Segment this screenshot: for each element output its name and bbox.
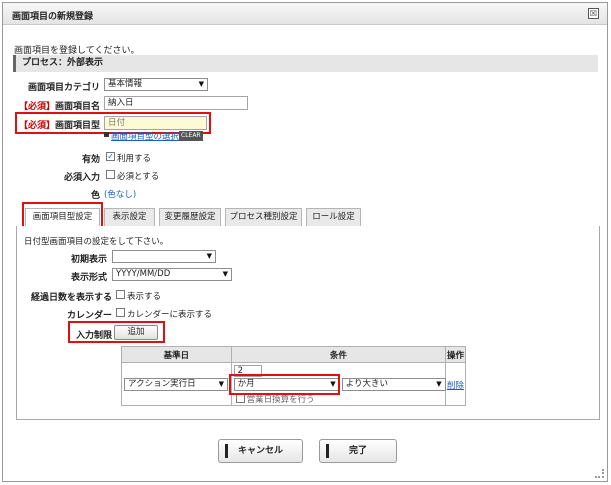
dialog-titlebar: 画面項目の新規登録 ☒ [3, 3, 607, 25]
category-label: 画面項目カテゴリ [27, 83, 100, 93]
chevron-down-icon: ▼ [198, 80, 204, 88]
elapsed-days-label: 経過日数を表示する [30, 293, 112, 303]
name-input[interactable]: 納入日 [104, 96, 248, 110]
format-value: YYYY/MM/DD [116, 269, 171, 279]
action-cell: 削除 [445, 362, 466, 406]
base-date-value: アクション実行日 [128, 379, 196, 389]
enabled-checkbox[interactable]: ✓ [106, 152, 115, 161]
base-date-select[interactable]: アクション実行日 ▼ [124, 378, 228, 391]
tab-role-settings[interactable]: ロール設定 [306, 208, 361, 226]
comparison-value: より大きい [345, 379, 389, 389]
elapsed-days-checkbox[interactable] [116, 290, 125, 299]
format-label: 表示形式 [70, 273, 107, 283]
input-limit-highlight [68, 321, 165, 343]
required-tag: 【必須】 [18, 121, 55, 131]
resize-grip-icon[interactable] [595, 469, 604, 478]
chevron-down-icon: ▼ [222, 270, 228, 278]
name-label: 【必須】画面項目名 [13, 99, 100, 112]
elapsed-days-checkbox-label: 表示する [127, 292, 162, 302]
business-days-checkbox[interactable] [235, 394, 245, 403]
color-label: 色 [90, 191, 100, 201]
clear-button[interactable]: CLEAR [179, 131, 203, 141]
cancel-button[interactable]: キャンセル [218, 439, 303, 463]
register-dialog: 画面項目の新規登録 ☒ 画面項目を登録してください。 プロセス：外部表示 画面項… [2, 2, 608, 482]
required-tag: 【必須】 [18, 102, 55, 112]
chevron-down-icon: ▼ [218, 380, 224, 388]
panel-description: 日付型画面項目の設定をして下さい。 [24, 237, 169, 247]
enabled-checkbox-label: 利用する [117, 154, 152, 164]
calendar-label: カレンダー [66, 311, 112, 321]
column-header-base-date: 基準日 [121, 346, 232, 363]
tab-history-settings[interactable]: 変更履歴設定 [159, 208, 221, 226]
category-select[interactable]: 基本情報 ▼ [104, 78, 208, 91]
unit-highlight [229, 374, 340, 395]
type-label: 【必須】画面項目型 [16, 118, 100, 131]
bullet-icon [104, 132, 109, 137]
type-select-link[interactable]: 画面項目型の選択 [111, 130, 179, 142]
initial-display-label: 初期表示 [70, 255, 107, 265]
button-bar-icon [326, 444, 329, 458]
initial-display-select[interactable]: ▼ [112, 250, 216, 263]
calendar-checkbox-label: カレンダーに表示する [127, 310, 213, 320]
table-header-row: 基準日 条件 操作 [121, 346, 466, 363]
dialog-title: 画面項目の新規登録 [12, 12, 94, 22]
required-checkbox[interactable] [106, 170, 115, 179]
color-link[interactable]: (色なし) [104, 188, 136, 200]
type-label-text: 画面項目型 [54, 121, 100, 131]
required-input-label: 必須入力 [63, 173, 100, 183]
delete-link[interactable]: 削除 [447, 379, 464, 391]
calendar-checkbox[interactable] [116, 308, 125, 317]
required-checkbox-label: 必須とする [117, 172, 160, 182]
column-header-condition: 条件 [230, 346, 447, 363]
category-select-value: 基本情報 [108, 79, 143, 89]
button-bar-icon [225, 444, 228, 458]
base-date-cell: アクション実行日 ▼ [121, 362, 232, 406]
complete-button[interactable]: 完了 [319, 439, 397, 463]
chevron-down-icon: ▼ [436, 380, 442, 388]
comparison-select[interactable]: より大きい ▼ [341, 378, 446, 391]
enabled-label: 有効 [81, 155, 100, 165]
close-icon[interactable]: ☒ [588, 8, 599, 19]
chevron-down-icon: ▼ [206, 252, 212, 260]
type-input[interactable]: 日付 [104, 116, 207, 130]
format-select[interactable]: YYYY/MM/DD ▼ [112, 268, 232, 281]
section-heading: プロセス：外部表示 [13, 55, 598, 72]
cancel-button-label: キャンセル [237, 446, 283, 456]
column-header-action: 操作 [445, 346, 466, 363]
name-label-text: 画面項目名 [54, 102, 100, 112]
tab-display-settings[interactable]: 表示設定 [104, 208, 155, 226]
complete-button-label: 完了 [348, 446, 367, 456]
tab-process-type-settings[interactable]: プロセス種別設定 [225, 208, 302, 226]
